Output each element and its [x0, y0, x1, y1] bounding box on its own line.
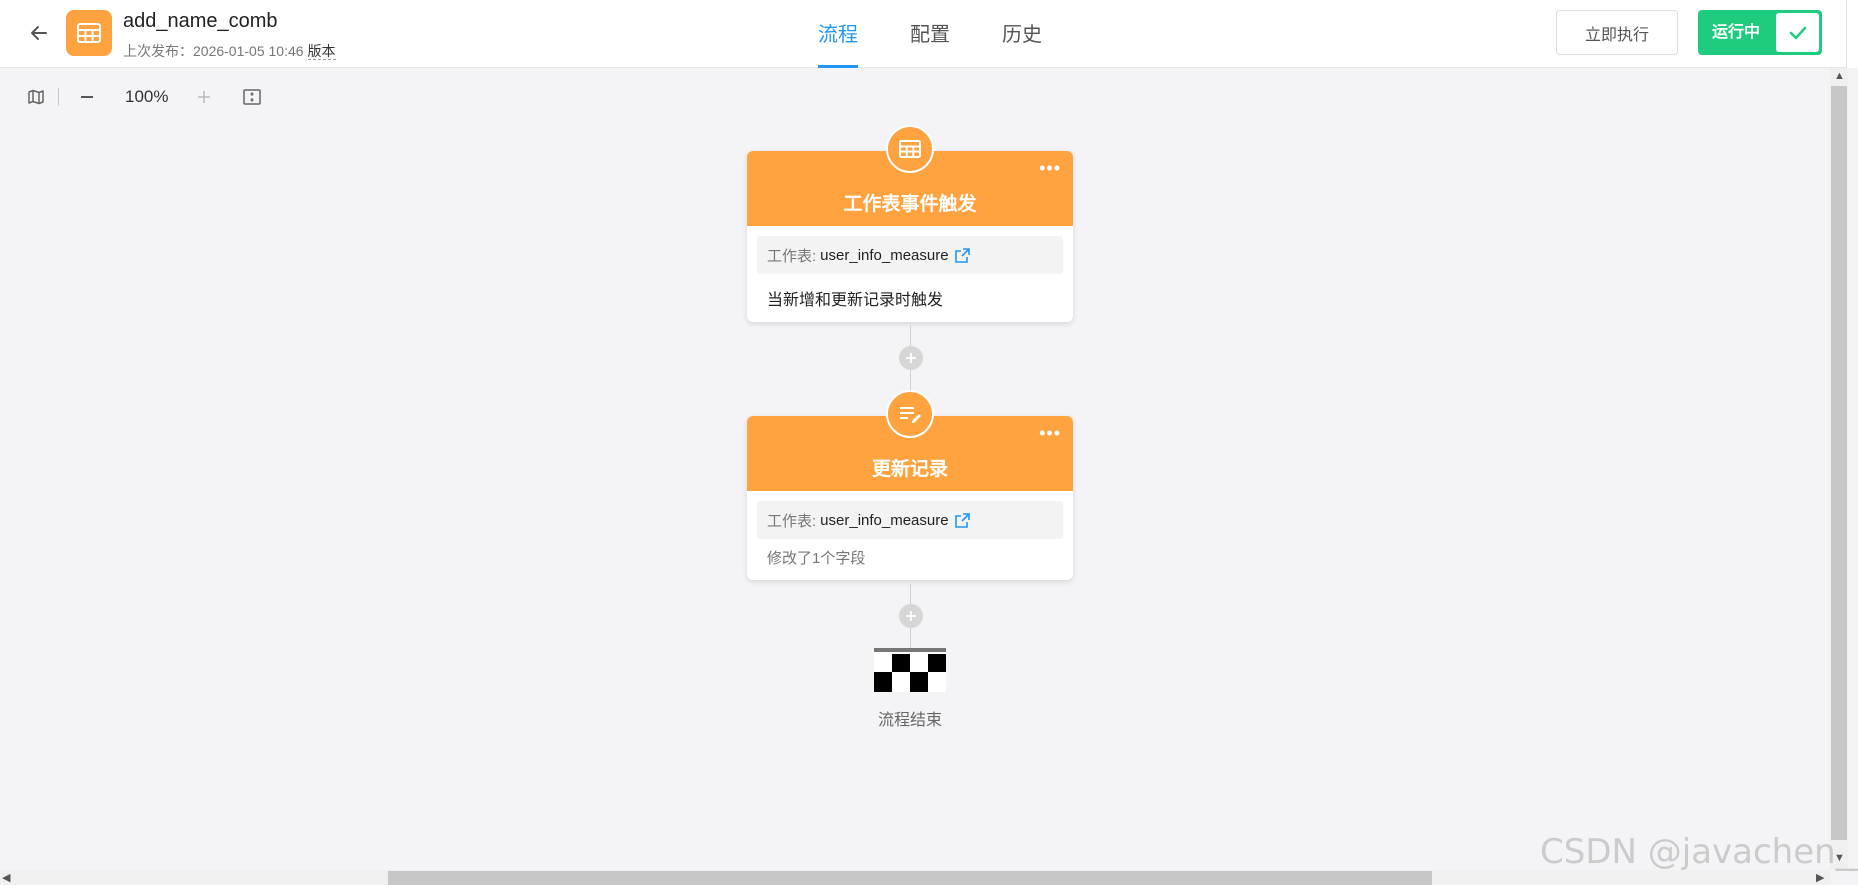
more-options-icon[interactable]: •••	[1039, 424, 1061, 442]
finish-flag-icon	[874, 648, 946, 692]
sheet-key: 工作表:	[767, 512, 817, 530]
zoom-level: 100%	[125, 87, 169, 106]
table-icon	[886, 125, 934, 173]
scroll-left-icon[interactable]: ◀	[2, 871, 10, 884]
add-step-button[interactable]	[899, 604, 923, 628]
node-body: 工作表: user_info_measure 修改了1个字段	[747, 491, 1073, 580]
scroll-right-icon[interactable]: ▶	[1816, 871, 1824, 884]
node-title: 工作表事件触发	[843, 194, 977, 215]
tab-config[interactable]: 配置	[902, 0, 958, 68]
sheet-info: 工作表: user_info_measure	[757, 501, 1063, 539]
check-icon	[1776, 13, 1819, 52]
node-description: 当新增和更新记录时触发	[767, 292, 944, 309]
status-label: 运行中	[1712, 24, 1761, 41]
execute-now-button[interactable]: 立即执行	[1556, 10, 1678, 55]
tab-flow[interactable]: 流程	[810, 0, 866, 68]
sheet-info: 工作表: user_info_measure	[757, 236, 1063, 274]
sheet-key: 工作表:	[767, 247, 817, 265]
node-description: 修改了1个字段	[767, 550, 866, 567]
running-status-toggle[interactable]: 运行中	[1698, 10, 1822, 55]
sheet-value: user_info_measure	[820, 511, 949, 529]
update-record-node[interactable]: ••• 更新记录 工作表: user_info_measure 修改了1个字段	[747, 390, 1073, 580]
zoom-out-icon[interactable]	[75, 85, 99, 109]
version-link[interactable]: 版本	[307, 43, 336, 60]
main-tabs: 流程 配置 历史	[810, 0, 1086, 68]
node-header: ••• 更新记录	[747, 390, 1073, 491]
app-name: add_name_comb	[123, 10, 278, 32]
node-header: ••• 工作表事件触发	[747, 125, 1073, 226]
publish-info: 上次发布：2026-01-05 10:46 版本	[123, 41, 336, 61]
zoom-in-icon[interactable]	[192, 85, 216, 109]
more-options-icon[interactable]: •••	[1039, 159, 1061, 177]
watermark: CSDN @javachen__	[1540, 832, 1858, 872]
flow-end-label: 流程结束	[877, 712, 942, 729]
edit-record-icon	[886, 390, 934, 438]
tab-history[interactable]: 历史	[994, 0, 1050, 68]
vertical-scroll-thumb[interactable]	[1831, 86, 1847, 840]
publish-time: 上次发布：2026-01-05 10:46	[123, 43, 304, 59]
horizontal-scroll-thumb[interactable]	[388, 871, 1432, 885]
trigger-node[interactable]: ••• 工作表事件触发 工作表: user_info_measure 当新增和更…	[747, 125, 1073, 322]
fit-screen-icon[interactable]	[240, 85, 264, 109]
app-table-icon	[66, 10, 112, 56]
toolbar-divider	[58, 88, 59, 106]
sheet-value: user_info_measure	[820, 246, 949, 264]
external-link-icon[interactable]	[954, 247, 970, 263]
canvas-toolbar: 100%	[24, 82, 264, 112]
external-link-icon[interactable]	[954, 512, 970, 528]
node-body: 工作表: user_info_measure 当新增和更新记录时触发	[747, 226, 1073, 322]
add-step-button[interactable]	[899, 346, 923, 370]
top-bar: add_name_comb 上次发布：2026-01-05 10:46 版本 流程…	[0, 0, 1858, 68]
window-edge	[1846, 0, 1858, 68]
back-arrow-icon[interactable]	[24, 18, 54, 48]
map-icon[interactable]	[24, 85, 48, 109]
scroll-up-icon[interactable]: ▲	[1834, 70, 1845, 82]
node-title: 更新记录	[871, 459, 948, 480]
